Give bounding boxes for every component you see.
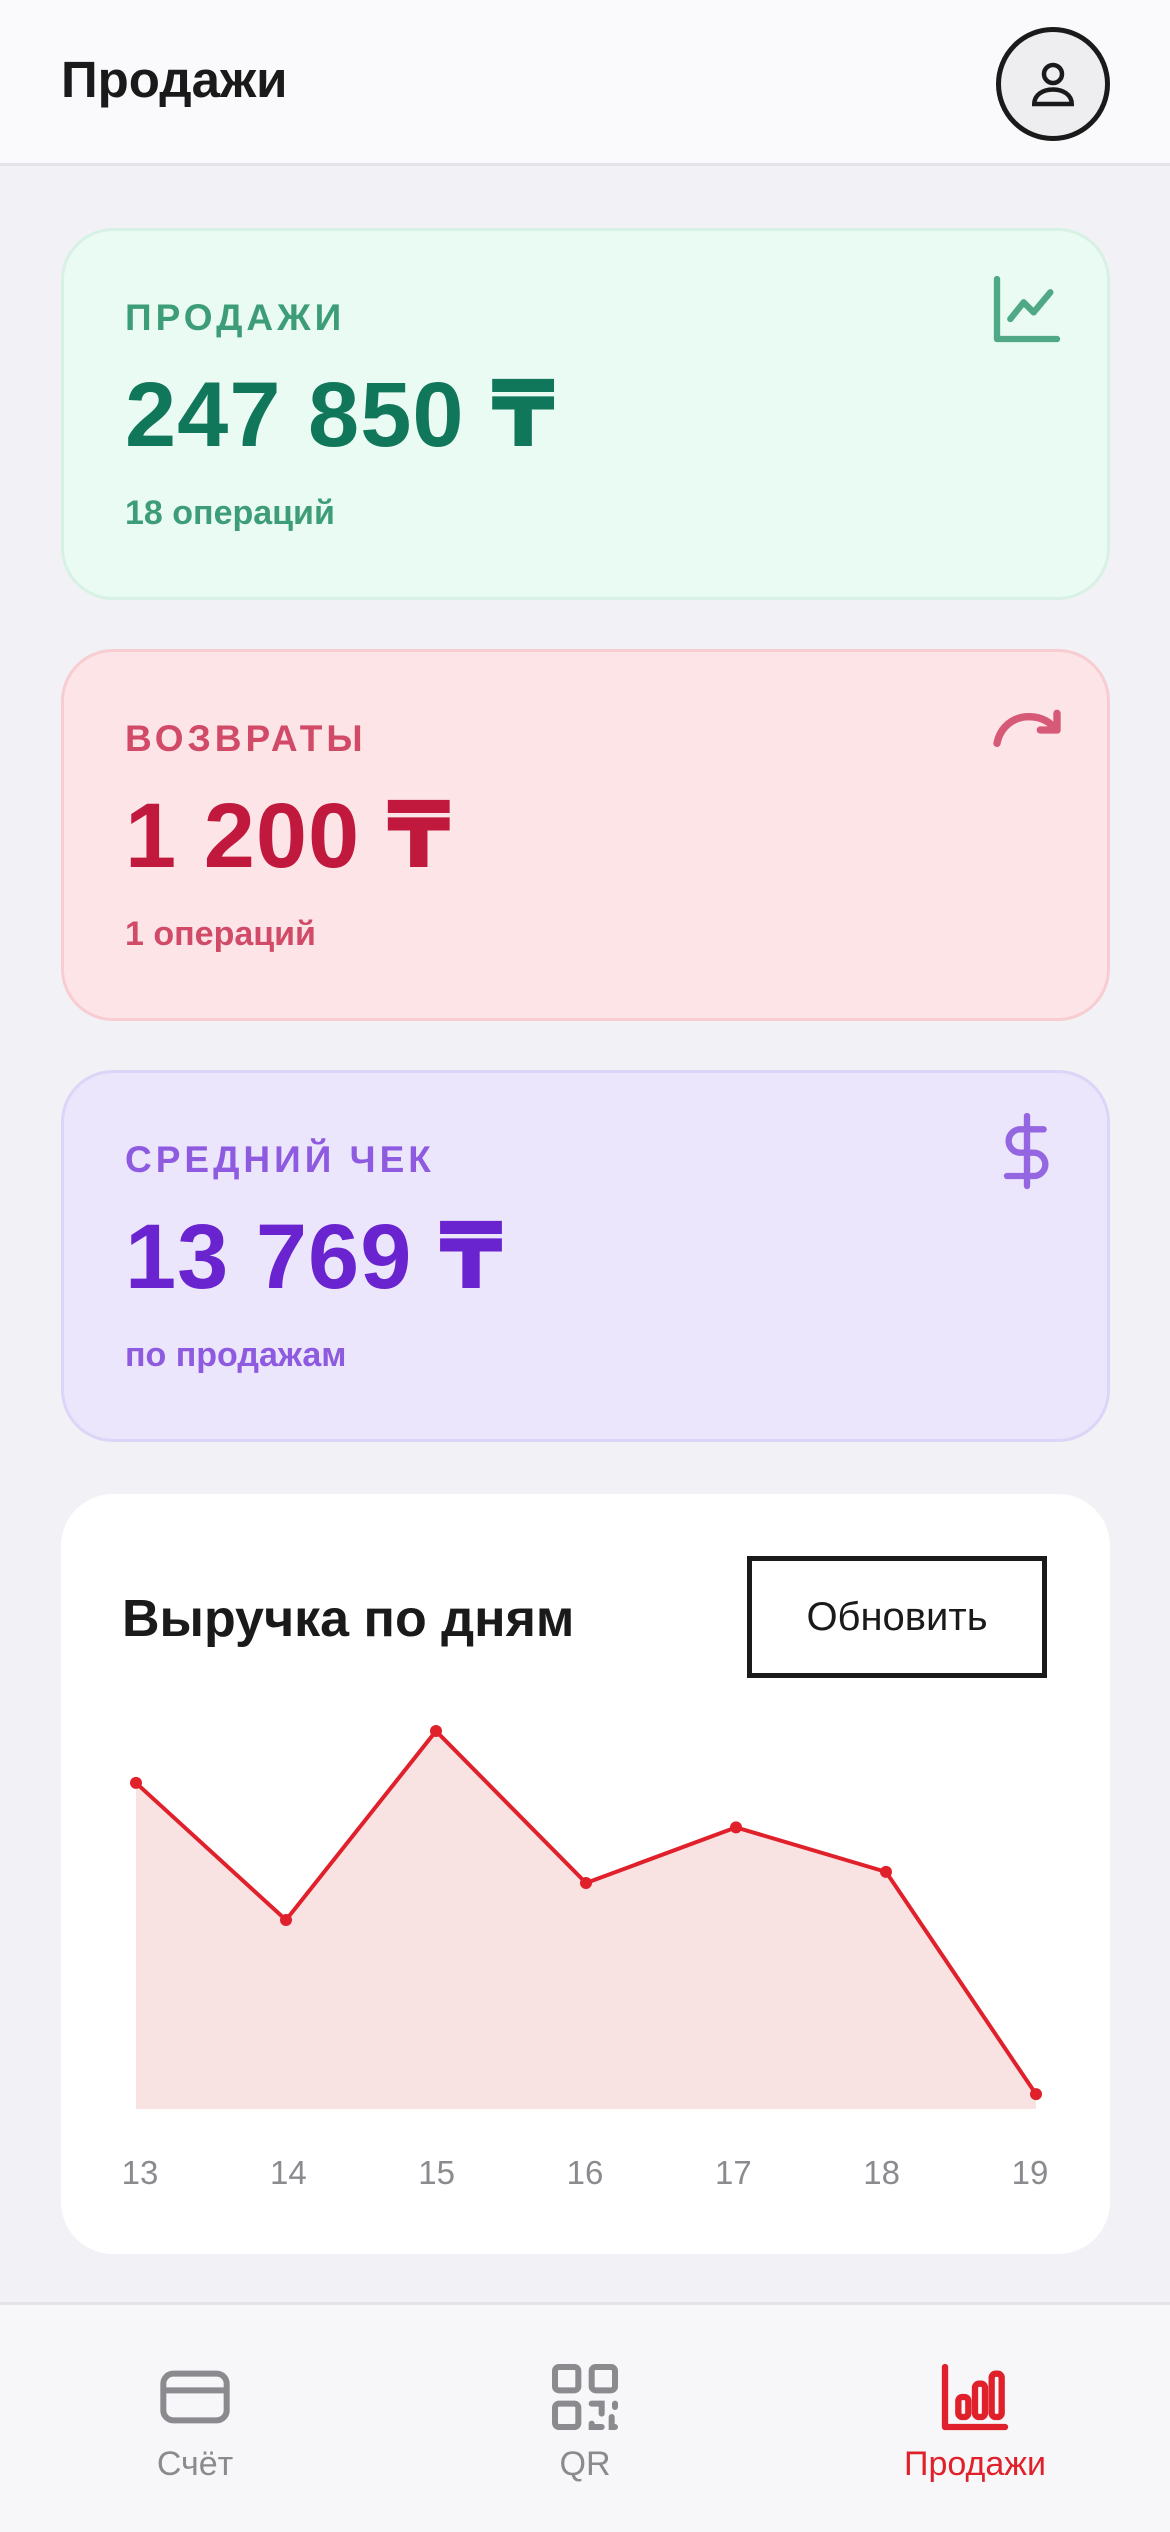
average-check-card: СРЕДНИЙ ЧЕК 13 769 ₸ по продажам (61, 1070, 1110, 1442)
bar-chart-icon (941, 2363, 1009, 2431)
x-tick-label: 19 (1012, 2154, 1049, 2191)
returns-count: 1 операций (125, 915, 316, 953)
sales-count: 18 операций (125, 494, 335, 532)
tab-sales-label: Продажи (904, 2445, 1046, 2483)
revenue-area (136, 1731, 1036, 2109)
page-title: Продажи (61, 51, 288, 108)
sales-label: ПРОДАЖИ (125, 297, 346, 338)
sales-card: ПРОДАЖИ 247 850 ₸ 18 операций (61, 228, 1110, 600)
tab-account-label: Счёт (156, 2445, 234, 2483)
average-note: по продажам (125, 1336, 347, 1374)
average-label: СРЕДНИЙ ЧЕК (125, 1139, 435, 1180)
data-point-15 (430, 1725, 442, 1738)
user-icon (1031, 62, 1075, 107)
tab-qr[interactable]: QR (425, 2305, 745, 2532)
tab-qr-label: QR (559, 2445, 611, 2483)
tab-bar: Счёт QR Продажи (0, 2302, 1170, 2532)
revenue-chart-card: Выручка по дням Обновить 13 14 15 16 17 18 19 (61, 1494, 1110, 2254)
x-tick-label: 17 (715, 2154, 752, 2191)
redo-arrow-icon (993, 709, 1061, 747)
returns-value: 1 200 ₸ (125, 785, 452, 887)
x-tick-label: 15 (418, 2154, 455, 2191)
returns-label: ВОЗВРАТЫ (125, 718, 367, 759)
profile-button[interactable] (996, 27, 1110, 141)
dollar-icon (1003, 1112, 1049, 1190)
average-value: 13 769 ₸ (125, 1206, 504, 1308)
data-point-19 (1030, 2088, 1042, 2101)
app-header: Продажи (0, 0, 1170, 166)
x-tick-label: 18 (863, 2154, 900, 2191)
tab-sales[interactable]: Продажи (815, 2305, 1135, 2532)
data-point-17 (730, 1821, 742, 1834)
x-tick-label: 16 (567, 2154, 604, 2191)
x-tick-label: 14 (270, 2154, 307, 2191)
data-point-16 (580, 1876, 592, 1889)
data-point-13 (130, 1776, 142, 1789)
tab-account[interactable]: Счёт (35, 2305, 355, 2532)
sales-value: 247 850 ₸ (125, 364, 557, 466)
revenue-chart: 13 14 15 16 17 18 19 (122, 1725, 1049, 2191)
line-chart-icon (993, 275, 1061, 343)
returns-card: ВОЗВРАТЫ 1 200 ₸ 1 операций (61, 649, 1110, 1021)
data-point-18 (880, 1865, 892, 1878)
data-point-14 (280, 1914, 292, 1927)
card-icon (160, 2370, 230, 2424)
x-tick-label: 13 (122, 2154, 159, 2191)
qr-code-icon (552, 2364, 618, 2430)
